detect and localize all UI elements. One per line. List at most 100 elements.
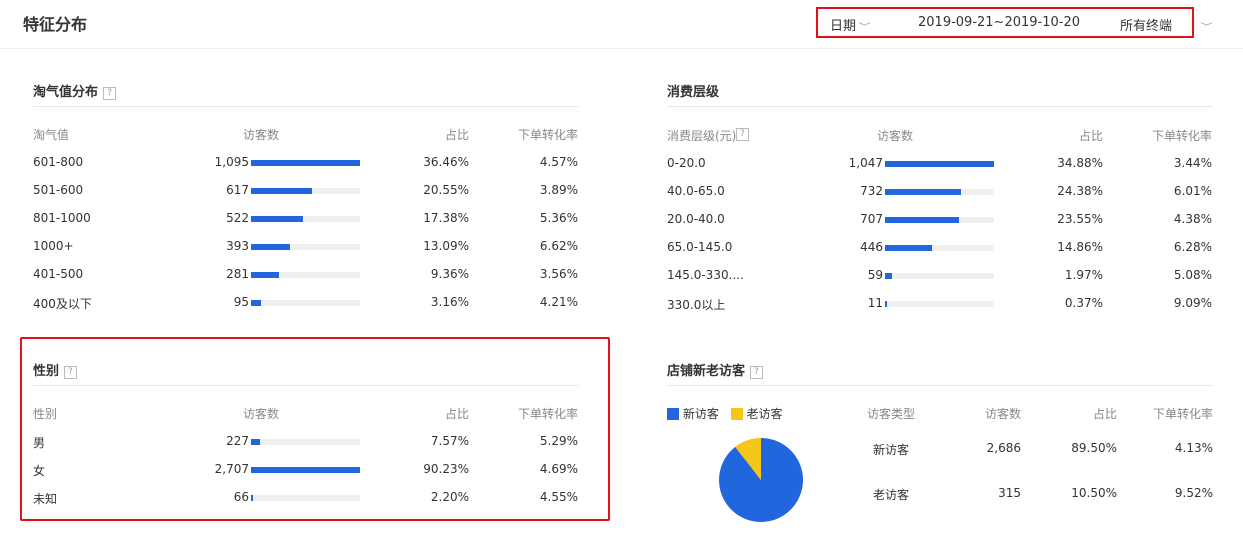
column-header: 性别 — [33, 407, 58, 421]
conversion-value: 5.29% — [539, 434, 578, 448]
gender-section-title: 性别? — [33, 360, 78, 379]
conversion-value: 4.55% — [539, 490, 578, 504]
ratio-value: 89.50% — [1071, 441, 1117, 455]
ratio-value: 17.38% — [423, 211, 469, 225]
ratio-value: 14.86% — [1057, 240, 1103, 254]
bar-fill — [885, 161, 994, 167]
visitor-type: 老访客 — [873, 488, 910, 502]
column-header: 占比 — [444, 407, 469, 421]
bar-fill — [251, 188, 312, 194]
conversion-value: 6.62% — [539, 239, 578, 253]
conversion-value: 4.21% — [539, 295, 578, 309]
taoqi-section-title: 淘气值分布? — [33, 81, 117, 100]
conversion-value: 3.44% — [1173, 156, 1212, 170]
date-range-picker[interactable]: 2019-09-21~2019-10-20 — [918, 15, 1080, 30]
ratio-value: 9.36% — [430, 267, 469, 281]
ratio-value: 10.50% — [1071, 486, 1117, 500]
visitor-count: 59 — [867, 268, 883, 282]
visitor-count: 522 — [226, 211, 249, 225]
conversion-value: 5.36% — [539, 211, 578, 225]
terminal-label: 所有终端 — [1120, 19, 1173, 34]
gender-title-text: 性别 — [33, 364, 60, 379]
bar-fill — [251, 244, 290, 250]
visitor-count: 227 — [226, 434, 249, 448]
bar-track — [251, 467, 360, 473]
date-dropdown[interactable]: 日期 ﹀ — [830, 15, 871, 34]
visitor-count: 617 — [226, 183, 249, 197]
bar-fill — [885, 301, 887, 307]
header-divider — [0, 48, 1243, 49]
bar-track — [885, 161, 994, 167]
bar-fill — [251, 216, 303, 222]
taoqi-title-text: 淘气值分布 — [33, 85, 99, 100]
visitor-count: 1,047 — [848, 156, 883, 170]
bar-track — [885, 301, 994, 307]
conversion-value: 4.69% — [539, 462, 578, 476]
shop-title-text: 店铺新老访客 — [667, 364, 746, 379]
conversion-value: 4.38% — [1173, 212, 1212, 226]
ratio-value: 90.23% — [423, 462, 469, 476]
ratio-value: 34.88% — [1057, 156, 1103, 170]
bar-fill — [251, 272, 279, 278]
conversion-value: 6.28% — [1173, 240, 1212, 254]
bar-track — [885, 217, 994, 223]
conversion-value: 9.52% — [1174, 486, 1213, 500]
ratio-value: 13.09% — [423, 239, 469, 253]
column-header: 下单转化率 — [1152, 407, 1213, 421]
date-label: 日期 — [830, 19, 857, 34]
column-header: 占比 — [1092, 407, 1117, 421]
gender-divider — [33, 385, 578, 386]
taoqi-divider — [33, 106, 578, 107]
column-header: 占比 — [1078, 129, 1103, 143]
bar-fill — [885, 273, 892, 279]
ratio-value: 20.55% — [423, 183, 469, 197]
ratio-value: 1.97% — [1064, 268, 1103, 282]
legend-swatch-new — [667, 408, 679, 420]
legend-swatch-old — [730, 408, 743, 420]
visitor-type: 新访客 — [873, 443, 910, 457]
visitor-count: 2,686 — [986, 441, 1021, 455]
conversion-value: 4.13% — [1174, 441, 1213, 455]
bar-fill — [885, 189, 961, 195]
ratio-value: 0.37% — [1064, 296, 1103, 310]
help-icon[interactable]: ? — [103, 87, 117, 100]
column-header: 淘气值 — [33, 128, 70, 142]
visitor-pie-chart — [719, 438, 803, 522]
visitor-count: 281 — [226, 267, 249, 281]
bar-fill — [251, 439, 260, 445]
bar-fill — [885, 245, 932, 251]
bar-track — [251, 272, 360, 278]
bar-track — [251, 160, 360, 166]
bar-fill — [251, 495, 253, 501]
visitor-count: 1,095 — [214, 155, 249, 169]
bar-track — [251, 216, 360, 222]
terminal-dropdown[interactable]: 所有终端 ﹀ — [1120, 15, 1213, 34]
column-header: 下单转化率 — [517, 128, 578, 142]
page-title: 特征分布 — [23, 15, 88, 34]
consume-section-title: 消费层级 — [667, 85, 720, 100]
ratio-value: 23.55% — [1057, 212, 1103, 226]
conversion-value: 3.56% — [539, 267, 578, 281]
ratio-value: 2.20% — [430, 490, 469, 504]
shop-divider — [667, 385, 1213, 386]
column-header: 访客数 — [876, 129, 913, 143]
ratio-value: 3.16% — [430, 295, 469, 309]
visitor-count: 11 — [867, 296, 883, 310]
consume-divider — [667, 106, 1213, 107]
bar-track — [885, 273, 994, 279]
help-icon[interactable]: ? — [64, 366, 78, 379]
conversion-value: 3.89% — [539, 183, 578, 197]
help-icon[interactable]: ? — [736, 128, 749, 141]
ratio-value: 36.46% — [423, 155, 469, 169]
column-header: 占比 — [444, 128, 469, 142]
visitor-count: 95 — [233, 295, 249, 309]
conversion-value: 6.01% — [1173, 184, 1212, 198]
conversion-value: 5.08% — [1173, 268, 1212, 282]
column-header: 访客数 — [242, 128, 279, 142]
bar-fill — [885, 217, 959, 223]
shop-section-title: 店铺新老访客? — [667, 360, 764, 379]
bar-track — [251, 495, 360, 501]
conversion-value: 4.57% — [539, 155, 578, 169]
bar-fill — [251, 467, 360, 473]
help-icon[interactable]: ? — [750, 366, 764, 379]
